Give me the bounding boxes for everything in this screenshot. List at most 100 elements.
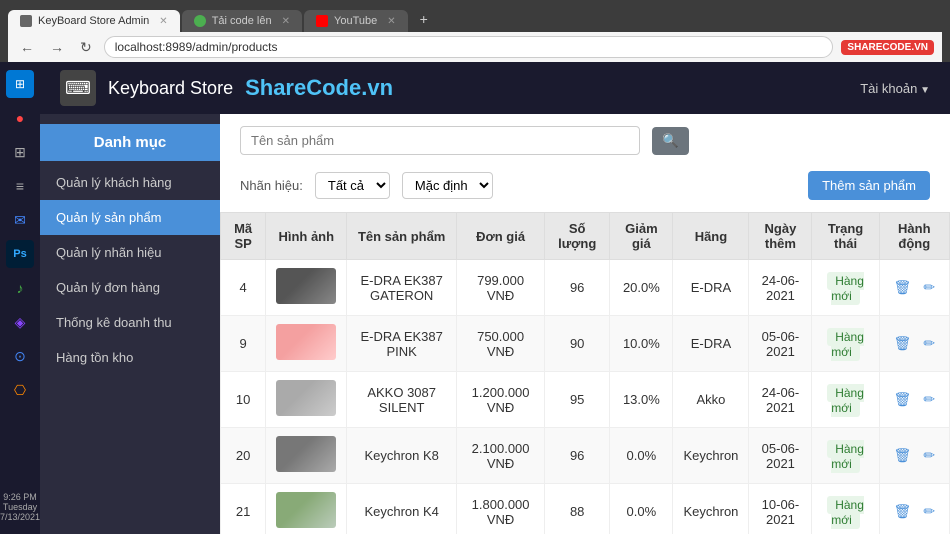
cell-qty: 90 — [545, 316, 610, 372]
tab-close-yt[interactable]: ✕ — [387, 16, 395, 27]
windows-icon[interactable]: ⊞ — [6, 70, 34, 98]
tab-youtube[interactable]: YouTube ✕ — [304, 10, 408, 32]
edit-icon[interactable]: ✏ — [923, 391, 935, 408]
cell-name: E-DRA EK387 PINK — [347, 316, 457, 372]
add-product-button[interactable]: Thêm sản phẩm — [808, 171, 930, 200]
cell-id: 10 — [221, 372, 266, 428]
product-image — [276, 324, 336, 360]
tab-favicon-yt — [316, 15, 328, 27]
cell-price: 799.000 VNĐ — [457, 260, 545, 316]
back-button[interactable]: ← — [16, 37, 38, 57]
edit-icon[interactable]: ✏ — [923, 447, 935, 464]
cell-image — [266, 372, 347, 428]
cell-status: Hàng mới — [812, 484, 879, 534]
cell-actions: 🗑 ✏ — [879, 372, 949, 428]
cell-actions: 🗑 ✏ — [879, 484, 949, 534]
sort-filter-select[interactable]: Mặc định — [402, 172, 493, 199]
cell-image — [266, 316, 347, 372]
col-header-discount: Giảm giá — [610, 213, 673, 260]
nav-item-orders[interactable]: Quản lý đơn hàng — [40, 270, 220, 305]
col-header-name: Tên sản phẩm — [347, 213, 457, 260]
nav-item-stats[interactable]: Thống kê doanh thu — [40, 305, 220, 340]
cell-qty: 96 — [545, 428, 610, 484]
chrome-icon[interactable]: ⊙ — [6, 342, 34, 370]
music-icon[interactable]: ♪ — [6, 274, 34, 302]
brand-filter-select[interactable]: Tất cả — [315, 172, 390, 199]
vscode-icon[interactable]: ◈ — [6, 308, 34, 336]
cell-id: 9 — [221, 316, 266, 372]
delete-icon[interactable]: 🗑 — [894, 279, 912, 296]
delete-icon[interactable]: 🗑 — [894, 503, 912, 520]
cell-qty: 88 — [545, 484, 610, 534]
keyboard-icon: ⌨ — [60, 70, 96, 106]
tab-label-tc: Tải code lên — [212, 15, 272, 27]
cell-discount: 13.0% — [610, 372, 673, 428]
action-icons: 🗑 ✏ — [890, 335, 939, 352]
cell-status: Hàng mới — [812, 428, 879, 484]
tab-close-tc[interactable]: ✕ — [282, 16, 290, 27]
edit-icon[interactable]: ✏ — [923, 335, 935, 352]
content-area: 🔍 Nhãn hiệu: Tất cả Mặc định Thêm sản ph… — [220, 114, 950, 534]
edit-icon[interactable]: ✏ — [923, 503, 935, 520]
search-input[interactable] — [240, 126, 640, 155]
delete-icon[interactable]: 🗑 — [894, 335, 912, 352]
cell-discount: 0.0% — [610, 484, 673, 534]
product-image — [276, 436, 336, 472]
cell-date: 24-06-2021 — [749, 260, 812, 316]
cell-discount: 10.0% — [610, 316, 673, 372]
forward-button[interactable]: → — [46, 37, 68, 57]
nav-item-customers[interactable]: Quản lý khách hàng — [40, 165, 220, 200]
cell-date: 05-06-2021 — [749, 428, 812, 484]
nav-item-brands[interactable]: Quản lý nhãn hiệu — [40, 235, 220, 270]
cell-image — [266, 428, 347, 484]
menu-icon[interactable]: ≡ — [6, 172, 34, 200]
tab-label-kb: KeyBoard Store Admin — [38, 15, 149, 27]
cell-brand: E-DRA — [673, 316, 749, 372]
tab-taicode[interactable]: Tải code lên ✕ — [182, 10, 302, 32]
extra-icon[interactable]: ⎔ — [6, 376, 34, 404]
os-sidebar: ⊞ ● ⊞ ≡ ✉ Ps ♪ ◈ ⊙ ⎔ 9:26 PM Tuesday 7/1… — [0, 62, 40, 534]
cell-status: Hàng mới — [812, 316, 879, 372]
cell-brand: Akko — [673, 372, 749, 428]
mail-icon[interactable]: ✉ — [6, 206, 34, 234]
status-badge: Hàng mới — [827, 272, 864, 305]
url-bar[interactable] — [104, 36, 834, 58]
reload-button[interactable]: ↻ — [76, 37, 96, 58]
table-row: 21 Keychron K4 1.800.000 VNĐ 88 0.0% Key… — [221, 484, 950, 534]
notification-icon[interactable]: ● — [6, 104, 34, 132]
app-title: Keyboard Store — [108, 78, 233, 99]
tab-close-kb[interactable]: ✕ — [159, 16, 167, 27]
app-content: ⌨ Keyboard Store ShareCode.vn Tài khoản … — [40, 62, 950, 534]
cell-price: 2.100.000 VNĐ — [457, 428, 545, 484]
cell-name: Keychron K4 — [347, 484, 457, 534]
ps-icon[interactable]: Ps — [6, 240, 34, 268]
search-button[interactable]: 🔍 — [652, 127, 689, 155]
new-tab-button[interactable]: + — [410, 6, 438, 32]
nav-item-inventory[interactable]: Hàng tồn kho — [40, 340, 220, 375]
delete-icon[interactable]: 🗑 — [894, 391, 912, 408]
main-area: Danh mục Quản lý khách hàng Quản lý sản … — [40, 114, 950, 534]
cell-date: 10-06-2021 — [749, 484, 812, 534]
edit-icon[interactable]: ✏ — [923, 279, 935, 296]
cell-date: 05-06-2021 — [749, 316, 812, 372]
col-header-brand: Hãng — [673, 213, 749, 260]
delete-icon[interactable]: 🗑 — [894, 447, 912, 464]
cell-brand: Keychron — [673, 484, 749, 534]
cell-price: 1.800.000 VNĐ — [457, 484, 545, 534]
cell-name: AKKO 3087 SILENT — [347, 372, 457, 428]
cell-image — [266, 260, 347, 316]
nav-item-products[interactable]: Quản lý sản phẩm — [40, 200, 220, 235]
account-menu[interactable]: Tài khoản — [860, 81, 930, 96]
search-bar: 🔍 — [220, 114, 950, 167]
cell-brand: E-DRA — [673, 260, 749, 316]
grid-icon[interactable]: ⊞ — [6, 138, 34, 166]
col-header-id: Mã SP — [221, 213, 266, 260]
col-header-image: Hình ảnh — [266, 213, 347, 260]
action-icons: 🗑 ✏ — [890, 447, 939, 464]
tab-keyboard-store[interactable]: KeyBoard Store Admin ✕ — [8, 10, 180, 32]
cell-price: 1.200.000 VNĐ — [457, 372, 545, 428]
status-badge: Hàng mới — [827, 496, 864, 529]
product-image — [276, 492, 336, 528]
app-header: ⌨ Keyboard Store ShareCode.vn Tài khoản — [40, 62, 950, 114]
cell-qty: 95 — [545, 372, 610, 428]
